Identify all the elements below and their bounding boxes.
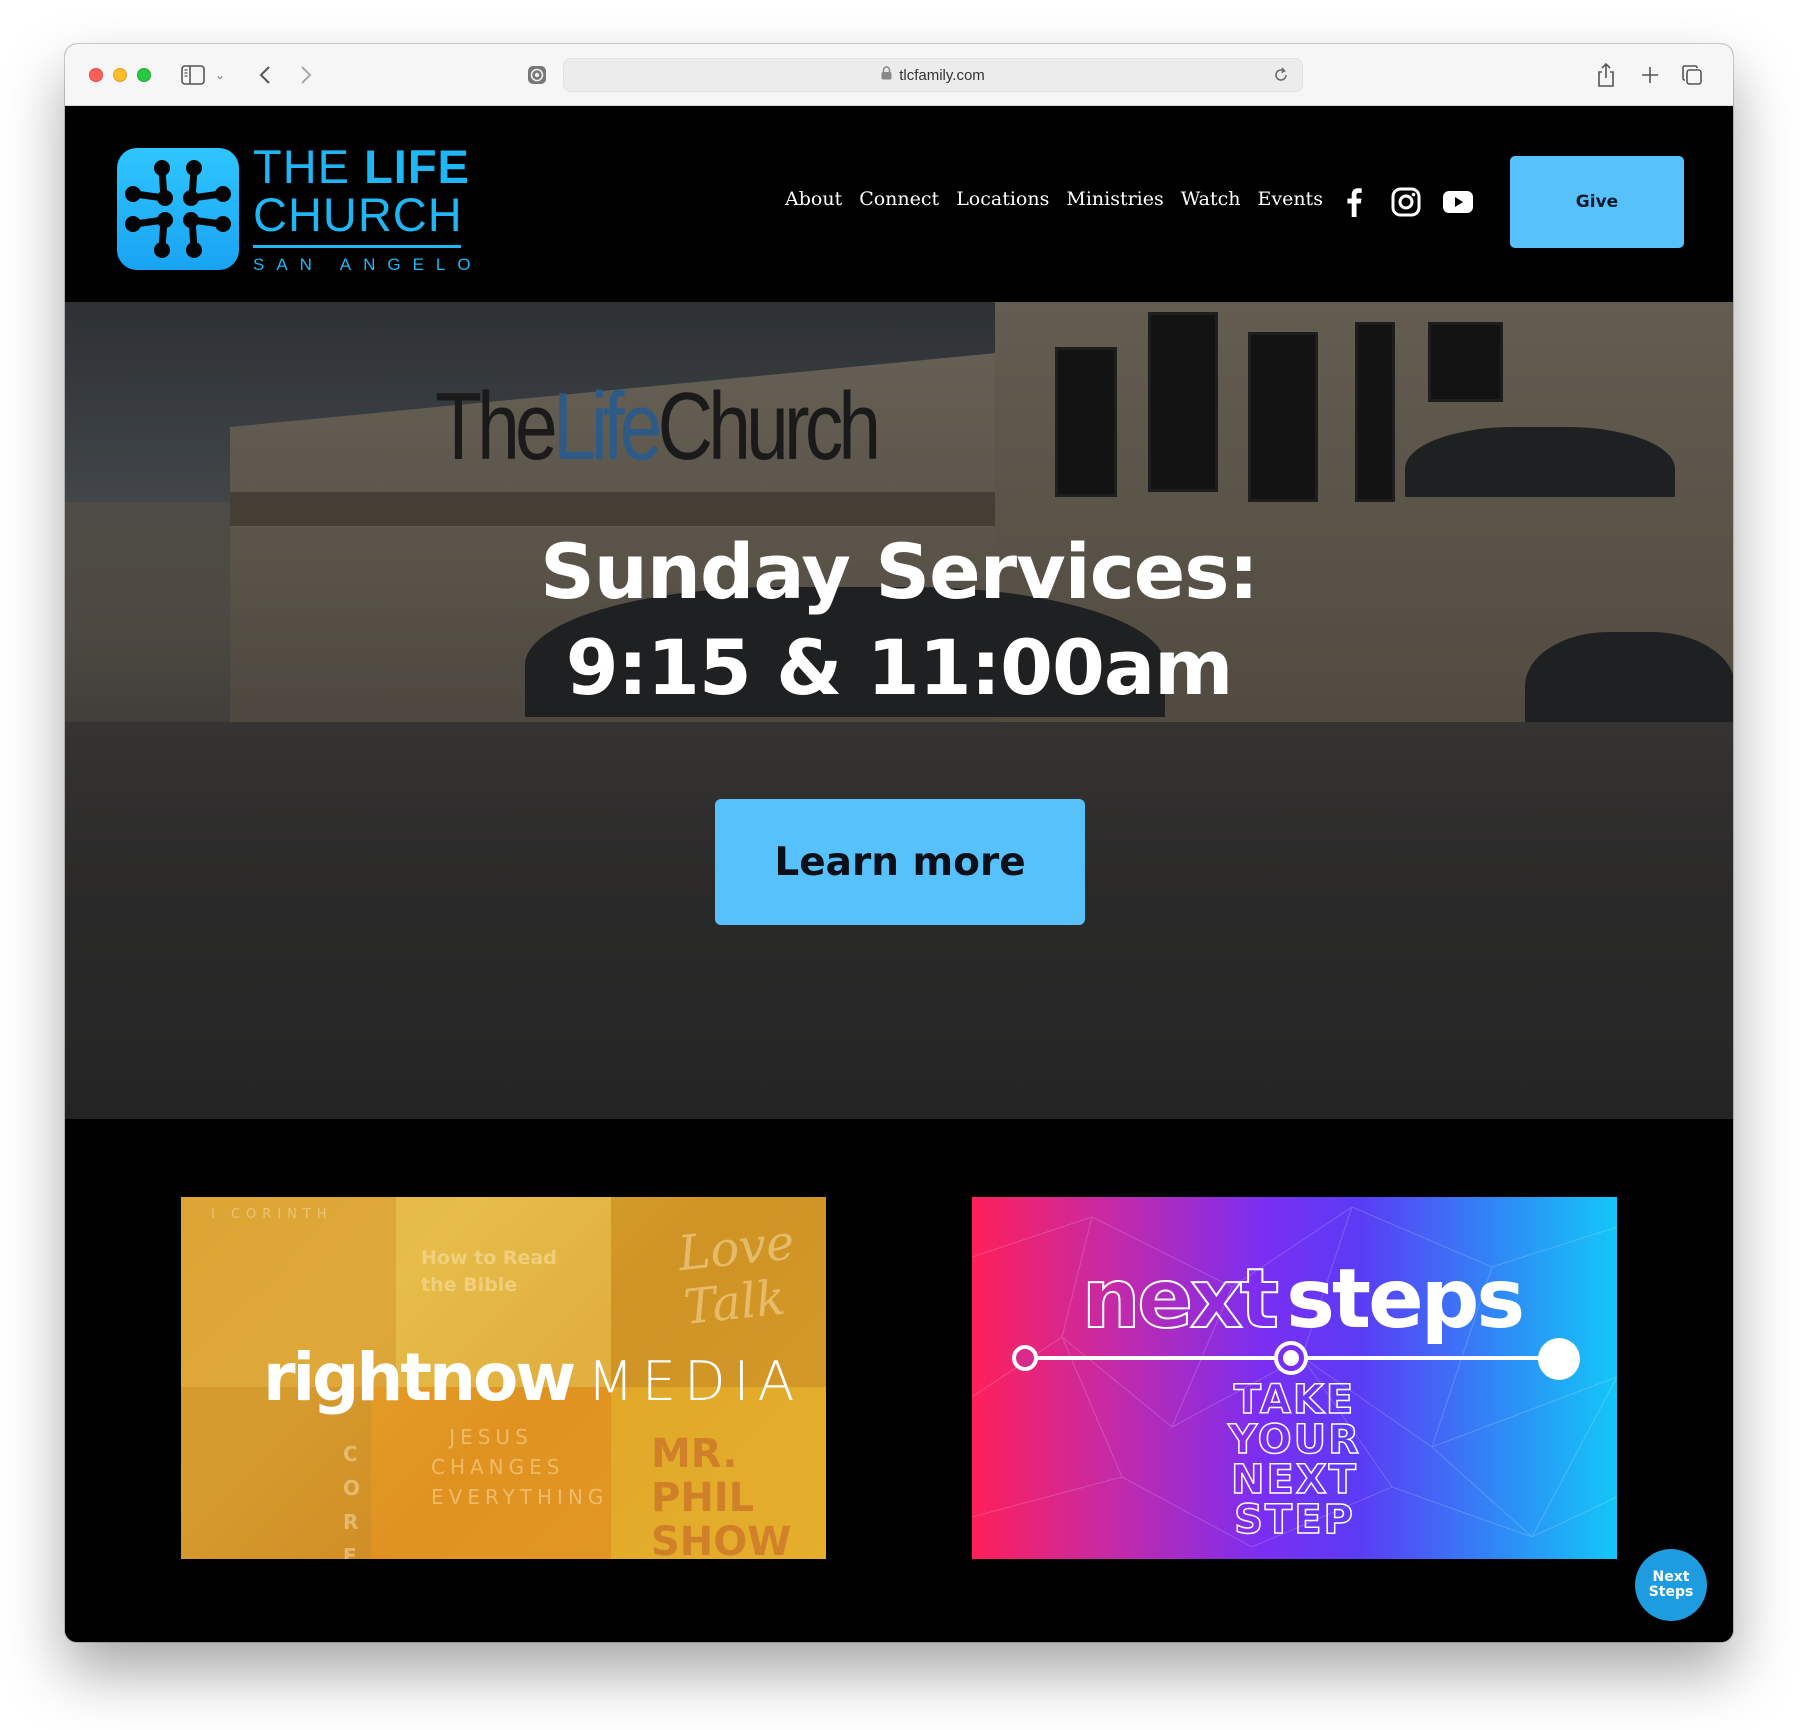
hero-title-line-1: Sunday Services: (540, 527, 1259, 616)
learn-more-button[interactable]: Learn more (715, 799, 1085, 925)
rightnow-wordmark: rightnow (263, 1339, 576, 1416)
minimize-window-button[interactable] (113, 68, 127, 82)
tile-text-love-talk: Love Talk (675, 1214, 798, 1336)
logo-divider (253, 245, 461, 248)
reload-icon[interactable] (1272, 66, 1292, 86)
share-icon[interactable] (1595, 62, 1617, 88)
tagline-line: YOUR (1227, 1417, 1361, 1463)
youtube-icon[interactable] (1441, 185, 1475, 219)
tile-text-how-to-read: How to Read the Bible (421, 1247, 557, 1296)
next-steps-floating-button[interactable]: Next Steps (1635, 1549, 1707, 1621)
chevron-left-icon[interactable] (255, 62, 275, 88)
tile-text-jesus-changes: JESUS CHANGES EVERYTHING (431, 1425, 609, 1509)
tagline-line: STEP (1233, 1497, 1355, 1543)
lock-icon (881, 66, 892, 84)
step-dot-middle-inner (1283, 1350, 1299, 1366)
nav-watch[interactable]: Watch (1181, 188, 1241, 210)
step-dot-start (1012, 1345, 1038, 1371)
next-steps-tagline: TAKE YOUR NEXT STEP (972, 1377, 1617, 1543)
tagline-line: TAKE (1233, 1377, 1356, 1423)
nav-ministries[interactable]: Ministries (1066, 188, 1163, 210)
bubble-line-2: Steps (1648, 1584, 1694, 1600)
facebook-icon[interactable] (1337, 185, 1371, 219)
media-wordmark: MEDIA (587, 1350, 803, 1413)
logo-location: SAN ANGELO (253, 255, 483, 274)
next-outline-text: next (1081, 1251, 1280, 1348)
site-header: THE LIFE CHURCH SAN ANGELO About Connect… (65, 106, 1733, 302)
steps-solid-text: steps (1286, 1252, 1525, 1347)
nav-events[interactable]: Events (1257, 188, 1322, 210)
hero-title-line-2: 9:15 & 11:00am (565, 623, 1234, 712)
nav-connect[interactable]: Connect (859, 188, 939, 210)
tile-text-corinthians: I CORINTH (211, 1207, 333, 1222)
nav-locations[interactable]: Locations (956, 188, 1049, 210)
cross-logo-icon (117, 148, 239, 270)
privacy-report-icon[interactable] (524, 62, 550, 88)
next-steps-card[interactable]: next steps TAKE YOUR NEXT STEP (972, 1197, 1617, 1559)
rightnow-media-card[interactable]: I CORINTH How to Read the Bible Love Tal… (181, 1197, 826, 1559)
tile-text-core: CORE (343, 1442, 361, 1559)
address-bar[interactable]: tlcfamily.com (563, 58, 1303, 92)
sidebar-icon[interactable] (180, 62, 206, 88)
step-dot-end (1538, 1338, 1580, 1380)
bubble-line-1: Next (1652, 1569, 1690, 1585)
logo-the: THE (253, 140, 365, 193)
zoom-window-button[interactable] (137, 68, 151, 82)
browser-toolbar: ⌄ tlcfamily.com (65, 44, 1733, 106)
hero-section: TheLifeChurch Sunday Services: 9:15 & 11… (65, 302, 1733, 1119)
url-text: tlcfamily.com (899, 66, 985, 84)
tile-text-mr-phil: MR. PHIL SHOW (651, 1431, 792, 1559)
give-button[interactable]: Give (1510, 156, 1684, 248)
logo-life: LIFE (364, 140, 470, 193)
logo-line-1: THE LIFE (253, 143, 483, 190)
rightnow-media-logo: rightnow MEDIA (263, 1339, 802, 1416)
logo-wordmark: THE LIFE CHURCH SAN ANGELO (253, 143, 483, 275)
close-window-button[interactable] (89, 68, 103, 82)
tagline-line: NEXT (1230, 1457, 1358, 1503)
chevron-down-icon[interactable]: ⌄ (213, 62, 227, 88)
chevron-right-icon[interactable] (296, 62, 316, 88)
promo-cards-section: I CORINTH How to Read the Bible Love Tal… (65, 1119, 1733, 1642)
logo-line-2: CHURCH (253, 188, 463, 241)
main-nav: About Connect Locations Ministries Watch… (785, 188, 1323, 210)
next-steps-title: next steps (1081, 1251, 1525, 1348)
instagram-icon[interactable] (1389, 185, 1423, 219)
browser-window: ⌄ tlcfamily.com THE LIFE CHURCH SAN ANGE… (65, 44, 1733, 1642)
nav-about[interactable]: About (785, 188, 842, 210)
hero-title: Sunday Services: 9:15 & 11:00am (65, 524, 1733, 716)
plus-icon[interactable] (1639, 62, 1661, 88)
tabs-icon[interactable] (1680, 62, 1704, 88)
site-logo[interactable]: THE LIFE CHURCH SAN ANGELO (117, 143, 483, 275)
